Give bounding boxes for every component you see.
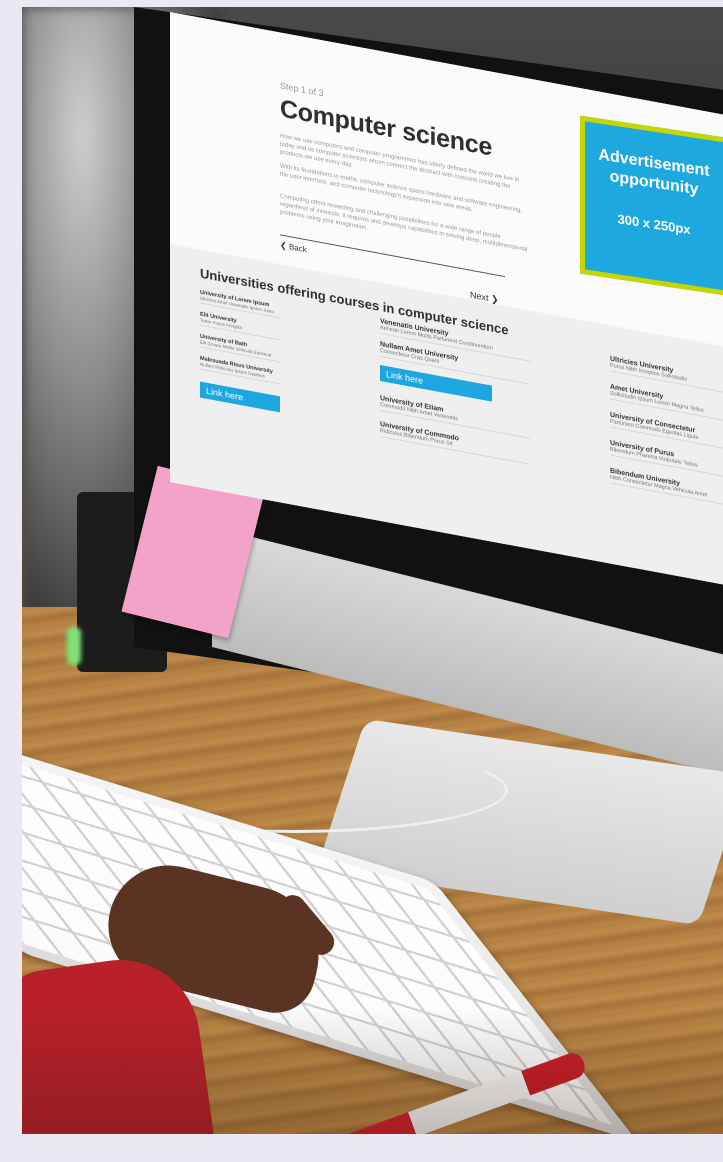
ad-heading: Advertisement opportunity bbox=[585, 143, 723, 204]
back-link[interactable]: ❮ Back bbox=[280, 240, 307, 254]
photo-frame: Step 1 of 3 Computer science How we use … bbox=[22, 7, 723, 1134]
link-here-button[interactable]: Link here bbox=[200, 381, 280, 413]
ad-size: 300 x 250px bbox=[617, 211, 691, 238]
advertisement-banner[interactable]: Advertisement opportunity 300 x 250px bbox=[580, 115, 723, 296]
chevron-left-icon: ❮ bbox=[280, 240, 289, 252]
desk-shadow bbox=[22, 1007, 723, 1134]
speaker-led bbox=[67, 627, 81, 665]
back-label: Back bbox=[288, 242, 307, 255]
